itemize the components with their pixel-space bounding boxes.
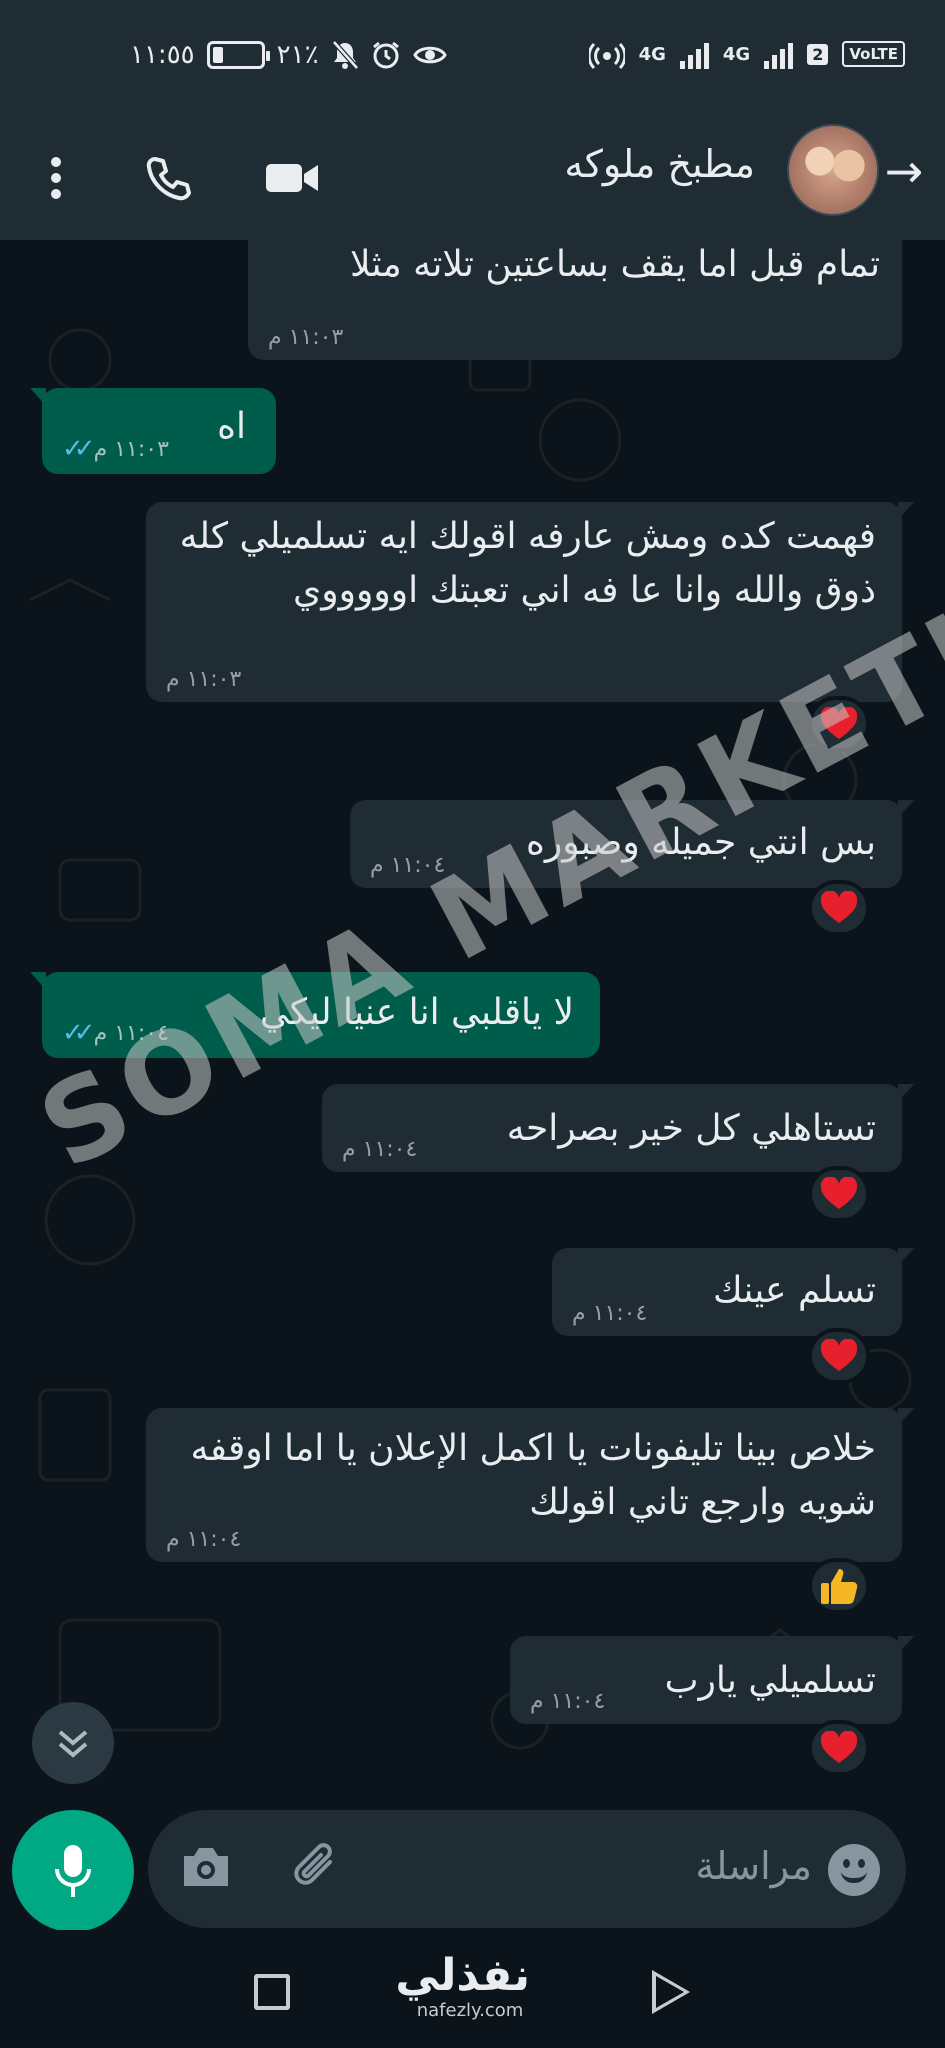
hotspot-icon <box>588 42 625 70</box>
read-receipt-icon: ✓✓ <box>62 1018 95 1048</box>
back-arrow-icon[interactable]: → <box>879 146 929 196</box>
message-timestamp: ١١:٠٤ م <box>166 1527 242 1552</box>
message-text: فهمت كده ومش عارفه اقولك ايه تسلميلي كله… <box>179 516 876 611</box>
message-bubble-incoming[interactable]: تستاهلي كل خير بصراحه ١١:٠٤ م <box>322 1084 914 1172</box>
system-nav-bar: نفذلي nafezly.com <box>0 1930 945 2048</box>
message-text: خلاص بينا تليفونات يا اكمل الإعلان يا ام… <box>190 1428 877 1523</box>
signal-icon-2 <box>764 39 794 69</box>
contact-name[interactable]: مطبخ ملوكه <box>564 142 755 186</box>
eye-icon <box>412 46 447 64</box>
network-type-2: 4G <box>722 43 751 65</box>
status-bar: ١١:٥٥ ٢١٪ 4G 4G 2 VoLTE <box>0 0 945 118</box>
recent-apps-button[interactable] <box>254 1974 290 2010</box>
read-receipt-icon: ✓✓ <box>62 434 95 464</box>
status-right: 4G 4G 2 VoLTE <box>588 38 905 70</box>
attach-icon[interactable] <box>290 1840 342 1896</box>
message-bubble-incoming[interactable]: تسلم عينك ١١:٠٤ م <box>552 1248 914 1336</box>
reaction-thumbs-up[interactable] <box>808 1558 870 1614</box>
sim-slot-badge: 2 <box>807 43 829 65</box>
chat-header: → مطبخ ملوكه <box>0 118 945 240</box>
bell-off-icon <box>331 40 359 70</box>
message-time: ١١:٠٣ م ✓✓ <box>62 434 169 464</box>
battery-icon <box>206 41 270 69</box>
camera-icon[interactable] <box>180 1844 232 1894</box>
emoji-icon[interactable] <box>828 1844 880 1896</box>
reaction-heart[interactable] <box>808 1720 870 1776</box>
reaction-heart[interactable] <box>808 880 870 936</box>
heart-icon <box>820 891 858 923</box>
heart-icon <box>820 1177 858 1209</box>
message-time: ١١:٠٤ م <box>572 1301 647 1326</box>
thumbs-up-icon <box>821 1569 858 1604</box>
status-time: ١١:٥٥ <box>130 40 195 70</box>
message-bubble-outgoing[interactable]: اه ١١:٠٣ م ✓✓ <box>30 388 276 474</box>
reaction-heart[interactable] <box>808 1166 870 1222</box>
message-timestamp: ١١:٠٣ م <box>93 436 169 462</box>
heart-icon <box>820 1731 858 1763</box>
message-input[interactable]: مراسلة <box>148 1810 906 1928</box>
message-text: تمام قبل اما يقف بساعتين تلاته مثلا <box>350 244 880 285</box>
contact-avatar[interactable] <box>787 124 879 216</box>
message-timestamp: ١١:٠٤ م <box>530 1689 606 1714</box>
message-timestamp: ١١:٠٤ م <box>572 1301 648 1326</box>
message-timestamp: ١١:٠٣ م <box>268 325 344 350</box>
status-left: ١١:٥٥ ٢١٪ <box>130 40 447 70</box>
volte-badge: VoLTE <box>842 41 905 67</box>
message-time: ١١:٠٤ م <box>530 1689 605 1714</box>
back-button[interactable] <box>652 1970 690 2014</box>
battery-fill <box>212 47 223 63</box>
brand-logo: نفذلي nafezly.com <box>395 1950 530 2022</box>
signal-icon-1 <box>679 39 709 69</box>
brand-url: nafezly.com <box>416 2000 524 2021</box>
message-bubble-incoming[interactable]: تمام قبل اما يقف بساعتين تلاته مثلا ١١:٠… <box>248 240 902 360</box>
message-time: ١١:٠٣ م <box>268 325 343 350</box>
video-call-icon[interactable] <box>262 148 322 208</box>
message-time: ١١:٠٤ م <box>166 1527 241 1552</box>
mic-button[interactable] <box>12 1810 134 1932</box>
battery-percent: ٢١٪ <box>276 40 319 70</box>
brand-name: نفذلي <box>395 1950 530 2001</box>
composer-bar: مراسلة <box>0 1810 945 1932</box>
message-bubble-incoming[interactable]: خلاص بينا تليفونات يا اكمل الإعلان يا ام… <box>146 1408 914 1562</box>
voice-call-icon[interactable] <box>138 148 198 208</box>
message-timestamp: ١١:٠٣ م <box>166 667 242 692</box>
message-timestamp: ١١:٠٤ م <box>342 1137 418 1162</box>
reaction-heart[interactable] <box>808 1328 870 1384</box>
message-time: ١١:٠٤ م <box>342 1137 417 1162</box>
network-type-1: 4G <box>638 43 666 65</box>
alarm-icon <box>372 41 399 69</box>
double-chevron-down-icon <box>58 1730 88 1758</box>
heart-icon <box>820 1339 858 1371</box>
message-input-placeholder: مراسلة <box>695 1844 812 1888</box>
message-time: ١١:٠٣ م <box>166 667 241 692</box>
mic-icon <box>55 1845 91 1897</box>
message-bubble-incoming[interactable]: تسلميلي يارب ١١:٠٤ م <box>510 1636 914 1724</box>
more-options-icon[interactable] <box>26 148 86 208</box>
scroll-to-bottom-button[interactable] <box>32 1702 114 1784</box>
